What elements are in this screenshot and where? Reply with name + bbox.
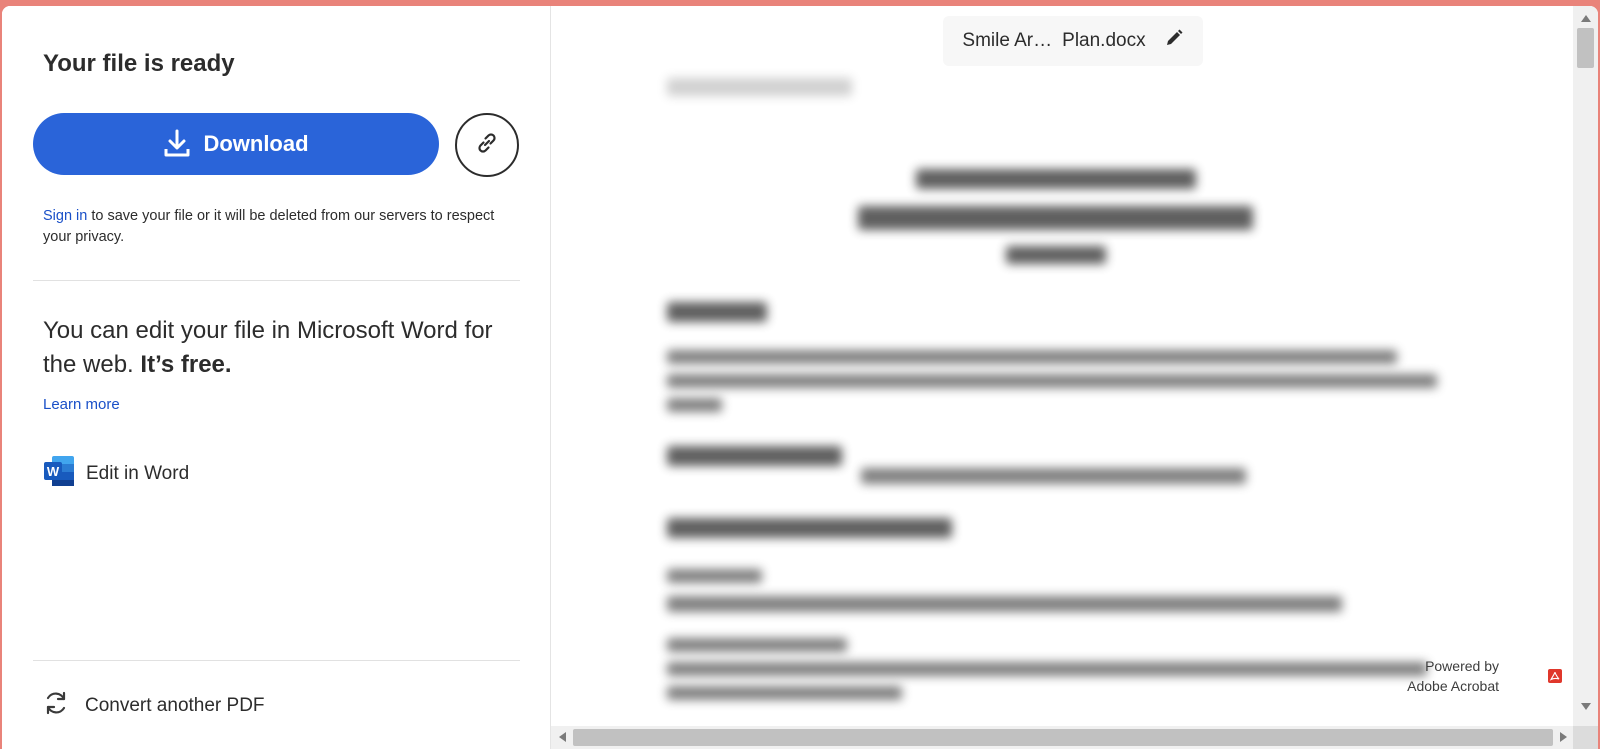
blurred-heading	[916, 169, 1196, 189]
blurred-text	[667, 78, 852, 96]
pencil-icon	[1164, 28, 1184, 54]
blurred-text	[667, 350, 1397, 364]
powered-by-product: Adobe Acrobat	[1407, 678, 1499, 694]
scroll-up-arrow-icon[interactable]	[1581, 15, 1591, 22]
acrobat-icon	[1548, 669, 1562, 683]
edit-promo-text: You can edit your file in Microsoft Word…	[43, 317, 493, 378]
scroll-down-arrow-icon[interactable]	[1581, 703, 1591, 710]
vertical-scroll-thumb[interactable]	[1577, 28, 1594, 68]
edit-promo-emphasis: It’s free.	[140, 351, 232, 378]
blurred-text	[667, 398, 722, 412]
document-preview[interactable]: Smile Ar… Plan.docx Powered by Adobe Acr…	[551, 6, 1573, 749]
convert-another-label: Convert another PDF	[85, 695, 265, 716]
blurred-text	[667, 638, 847, 652]
horizontal-scroll-thumb[interactable]	[573, 729, 1553, 746]
word-app-icon: W	[43, 455, 75, 493]
download-icon	[163, 129, 191, 159]
scroll-right-arrow-icon[interactable]	[1560, 732, 1567, 742]
divider	[33, 280, 520, 281]
blurred-heading	[667, 302, 767, 322]
scrollbar-corner	[1573, 726, 1598, 749]
svg-text:W: W	[47, 464, 60, 479]
blurred-heading	[1006, 246, 1106, 264]
sign-in-notice-text: to save your file or it will be deleted …	[43, 208, 495, 245]
rename-button[interactable]	[1164, 28, 1184, 54]
copy-link-button[interactable]	[455, 113, 519, 177]
file-name-end: Plan.docx	[1062, 30, 1146, 51]
blurred-heading	[858, 206, 1253, 230]
file-name-bar: Smile Ar… Plan.docx	[943, 16, 1203, 66]
edit-in-word-button[interactable]: W Edit in Word	[43, 455, 190, 493]
learn-more-link[interactable]: Learn more	[43, 396, 120, 413]
edit-promo-heading: You can edit your file in Microsoft Word…	[43, 314, 513, 382]
divider	[33, 660, 520, 661]
vertical-scrollbar[interactable]	[1573, 6, 1598, 749]
app-window: Your file is ready Download Sign in to s…	[2, 6, 1598, 749]
file-name: Smile Ar… Plan.docx	[962, 30, 1145, 52]
download-button[interactable]: Download	[33, 113, 439, 175]
result-panel: Your file is ready Download Sign in to s…	[2, 6, 551, 749]
blurred-text	[667, 596, 1342, 612]
horizontal-scrollbar[interactable]	[551, 726, 1573, 749]
download-label: Download	[203, 131, 309, 156]
powered-by-badge: Powered by Adobe Acrobat	[1407, 656, 1499, 696]
blurred-text	[667, 686, 902, 700]
convert-another-button[interactable]: Convert another PDF	[43, 689, 265, 723]
link-icon	[473, 129, 501, 162]
document-page	[551, 6, 1573, 749]
blurred-text	[861, 468, 1246, 484]
blurred-text	[667, 569, 762, 583]
blurred-text	[667, 662, 1427, 676]
sign-in-link[interactable]: Sign in	[43, 208, 87, 224]
page-title: Your file is ready	[43, 50, 235, 77]
sign-in-notice: Sign in to save your file or it will be …	[43, 206, 503, 248]
scroll-left-arrow-icon[interactable]	[559, 732, 566, 742]
blurred-text	[667, 374, 1437, 388]
blurred-heading	[667, 518, 952, 538]
blurred-heading	[667, 446, 842, 466]
edit-in-word-label: Edit in Word	[86, 463, 190, 484]
file-name-start: Smile Ar…	[962, 30, 1053, 51]
powered-by-label: Powered by	[1425, 658, 1499, 674]
refresh-icon	[43, 690, 69, 722]
